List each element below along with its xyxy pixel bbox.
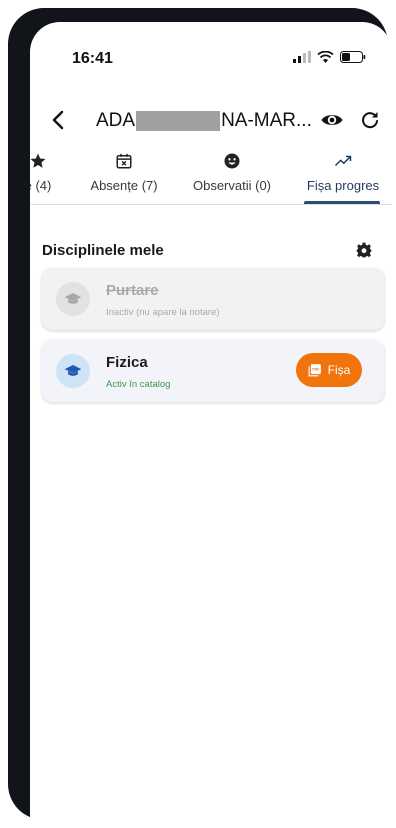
calendar-x-icon	[116, 153, 132, 169]
subject-status: Activ în catalog	[106, 379, 171, 390]
subject-status: Inactiv (nu apare la notare)	[106, 307, 220, 318]
subject-name: Purtare	[106, 282, 159, 299]
refresh-icon	[362, 112, 378, 129]
fisa-button-label: Fișa	[327, 363, 351, 377]
title-prefix: ADA	[96, 110, 136, 131]
status-time: 16:41	[72, 50, 113, 67]
tab-grades[interactable]: e (4)	[30, 146, 66, 204]
pdf-icon: PDF	[308, 364, 321, 377]
tab-observations[interactable]: Observatii (0)	[180, 146, 284, 204]
chevron-left-icon	[52, 110, 64, 130]
eye-button[interactable]	[320, 108, 344, 137]
status-icons	[293, 51, 366, 63]
redacted-block	[136, 110, 221, 131]
gear-icon	[356, 242, 372, 258]
tab-label: e (4)	[30, 178, 52, 193]
screen: 16:41 ADA NA-MAR... (4) Absențe (7) Obse…	[30, 22, 392, 828]
status-bar: 16:41	[30, 22, 392, 82]
refresh-button[interactable]	[358, 108, 382, 137]
settings-button[interactable]	[356, 242, 372, 263]
tab-label: Fișa progres	[306, 178, 380, 193]
trending-up-icon	[334, 155, 352, 167]
back-button[interactable]	[44, 106, 72, 134]
tab-label: Observatii (0)	[192, 178, 272, 193]
graduation-cap-icon	[64, 365, 82, 376]
title-suffix: NA-MAR...	[221, 110, 312, 131]
graduation-cap-icon	[64, 293, 82, 304]
tab-bar: e (4) Absențe (7) Obs	[30, 146, 392, 205]
subject-card-purtare[interactable]: Purtare Inactiv (nu apare la notare)	[42, 268, 384, 330]
phone-frame: 16:41 ADA NA-MAR... (4) Absențe (7) Obse…	[8, 8, 392, 828]
eye-icon	[321, 115, 343, 125]
wifi-icon	[317, 51, 334, 63]
app-bar: ADA NA-MAR...	[30, 100, 392, 144]
section-title: Disciplinele mele	[42, 242, 164, 259]
star-icon	[30, 153, 46, 168]
avatar	[56, 282, 90, 316]
subject-card-fizica[interactable]: Fizica Activ în catalog PDF Fișa	[42, 340, 384, 402]
tab-absences[interactable]: Absențe (7)	[84, 146, 164, 204]
student-name-title: ADA NA-MAR...	[96, 110, 312, 132]
avatar	[56, 354, 90, 388]
battery-icon	[340, 51, 366, 63]
smiley-icon	[224, 153, 240, 169]
svg-text:PDF: PDF	[312, 368, 320, 372]
subject-name: Fizica	[106, 354, 148, 371]
signal-icon	[293, 51, 311, 63]
tab-label: Absențe (7)	[90, 178, 158, 193]
fisa-pdf-button[interactable]: PDF Fișa	[296, 353, 362, 387]
tab-progress-sheet[interactable]: Fișa progres	[298, 146, 388, 204]
active-tab-indicator	[304, 201, 380, 204]
